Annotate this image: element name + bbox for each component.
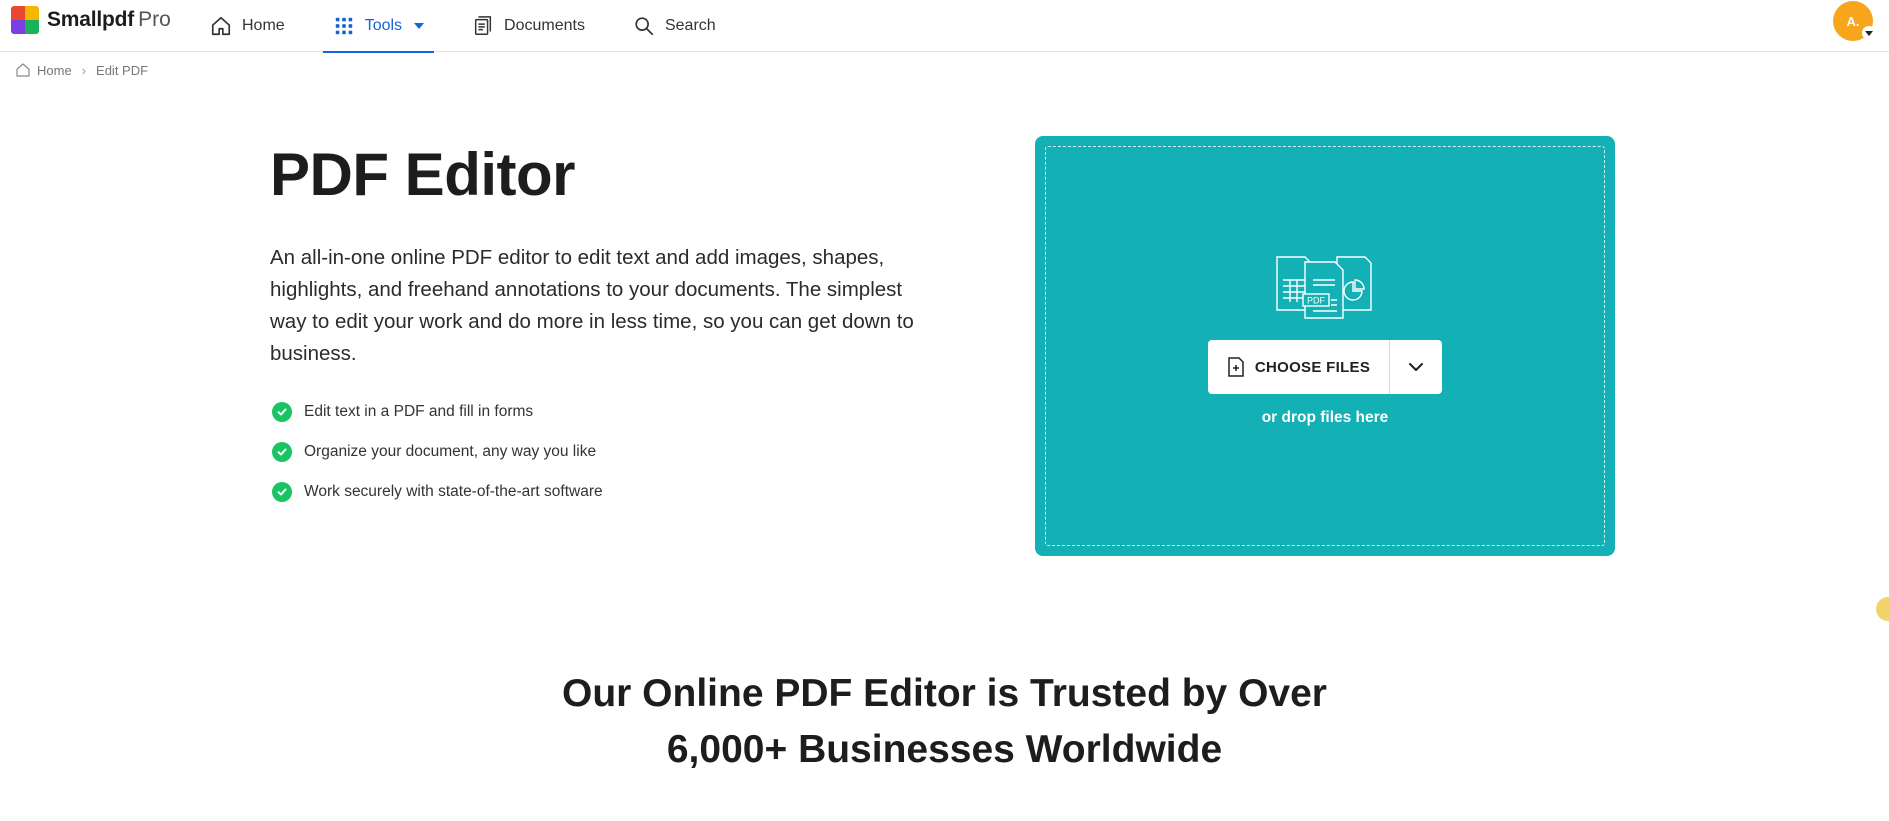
feature-item: Edit text in a PDF and fill in forms (272, 392, 603, 432)
breadcrumb-separator: › (81, 62, 87, 78)
check-icon (272, 402, 292, 422)
breadcrumb-home-link[interactable]: Home (37, 63, 72, 78)
nav-home[interactable]: Home (200, 0, 295, 52)
search-icon (635, 17, 654, 36)
smallpdf-logo[interactable]: Smallpdf Pro (11, 6, 171, 34)
chevron-down-icon (1409, 363, 1423, 371)
add-file-icon (1228, 357, 1244, 377)
trust-heading: Our Online PDF Editor is Trusted by Over… (0, 666, 1889, 778)
file-dropzone[interactable]: PDF CHOOSE FILES or drop files here (1035, 136, 1615, 556)
documents-icon (474, 16, 492, 35)
trust-heading-line-2: 6,000+ Businesses Worldwide (666, 728, 1223, 771)
nav-documents-label: Documents (504, 17, 585, 34)
avatar-menu-caret-icon[interactable] (1862, 26, 1876, 40)
logo-icon (11, 6, 39, 34)
nav-tools[interactable]: Tools (322, 0, 435, 53)
breadcrumb-current: Edit PDF (96, 62, 149, 78)
nav-home-label: Home (242, 17, 285, 34)
files-illustration-icon: PDF (1276, 256, 1372, 319)
mouse-cursor-indicator (1876, 597, 1889, 621)
user-initials: A. (1846, 13, 1860, 29)
home-icon (211, 16, 231, 36)
nav-search[interactable]: Search (623, 0, 726, 52)
nav-search-label: Search (664, 17, 716, 34)
brand-tier: Pro (138, 8, 171, 31)
feature-label: Work securely with state-of-the-art soft… (304, 483, 603, 500)
trust-heading-line-1: Our Online PDF Editor is Trusted by Over (562, 672, 1327, 715)
nav-tools-label: Tools (364, 17, 403, 34)
top-navigation-bar: Smallpdf Pro Home Tools Documents Search… (0, 0, 1889, 53)
choose-files-dropdown[interactable] (1390, 340, 1442, 394)
choose-files-button-group: CHOOSE FILES (1208, 340, 1442, 394)
nav-documents[interactable]: Documents (462, 0, 595, 52)
page-title: PDF Editor (270, 141, 576, 208)
hero-description: An all-in-one online PDF editor to edit … (270, 246, 914, 365)
home-icon (16, 63, 30, 77)
feature-item: Organize your document, any way you like (272, 432, 603, 472)
drop-files-hint: or drop files here (1261, 409, 1389, 426)
check-icon (272, 482, 292, 502)
feature-list: Edit text in a PDF and fill in forms Org… (272, 392, 603, 512)
breadcrumb: Home › Edit PDF (15, 62, 148, 78)
grid-icon (335, 17, 352, 35)
feature-item: Work securely with state-of-the-art soft… (272, 472, 603, 512)
feature-label: Organize your document, any way you like (304, 443, 597, 460)
choose-files-label: CHOOSE FILES (1254, 358, 1371, 376)
main-nav: Home Tools Documents Search (200, 0, 754, 53)
feature-label: Edit text in a PDF and fill in forms (304, 403, 534, 420)
caret-down-icon (414, 23, 425, 29)
brand-name: Smallpdf (47, 8, 135, 31)
illustration-pdf-label: PDF (1307, 296, 1326, 306)
choose-files-button[interactable]: CHOOSE FILES (1208, 340, 1390, 394)
check-icon (272, 442, 292, 462)
